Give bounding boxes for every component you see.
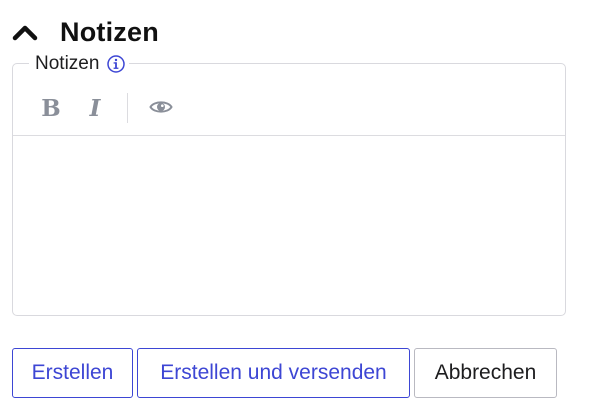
info-icon[interactable] [107,55,126,73]
notes-panel: Notizen Notizen B I Erstellen Erstellen … [0,0,598,412]
editor-toolbar: B I [13,84,565,136]
create-button[interactable]: Erstellen [12,348,133,398]
eye-icon [149,95,173,121]
notes-field-legend: Notizen [29,53,130,74]
cancel-button[interactable]: Abbrechen [414,348,557,398]
notes-editor: Notizen B I [12,53,566,316]
create-and-send-button[interactable]: Erstellen und versenden [137,348,410,398]
section-title: Notizen [60,16,159,47]
preview-button[interactable] [147,84,175,132]
bold-button[interactable]: B [37,84,65,132]
italic-button[interactable]: I [83,84,107,132]
notes-textarea[interactable] [13,136,565,315]
notes-section-toggle[interactable]: Notizen [12,14,159,50]
toolbar-divider [127,93,128,123]
chevron-up-icon[interactable] [12,20,40,44]
notes-field-label: Notizen [35,53,100,74]
